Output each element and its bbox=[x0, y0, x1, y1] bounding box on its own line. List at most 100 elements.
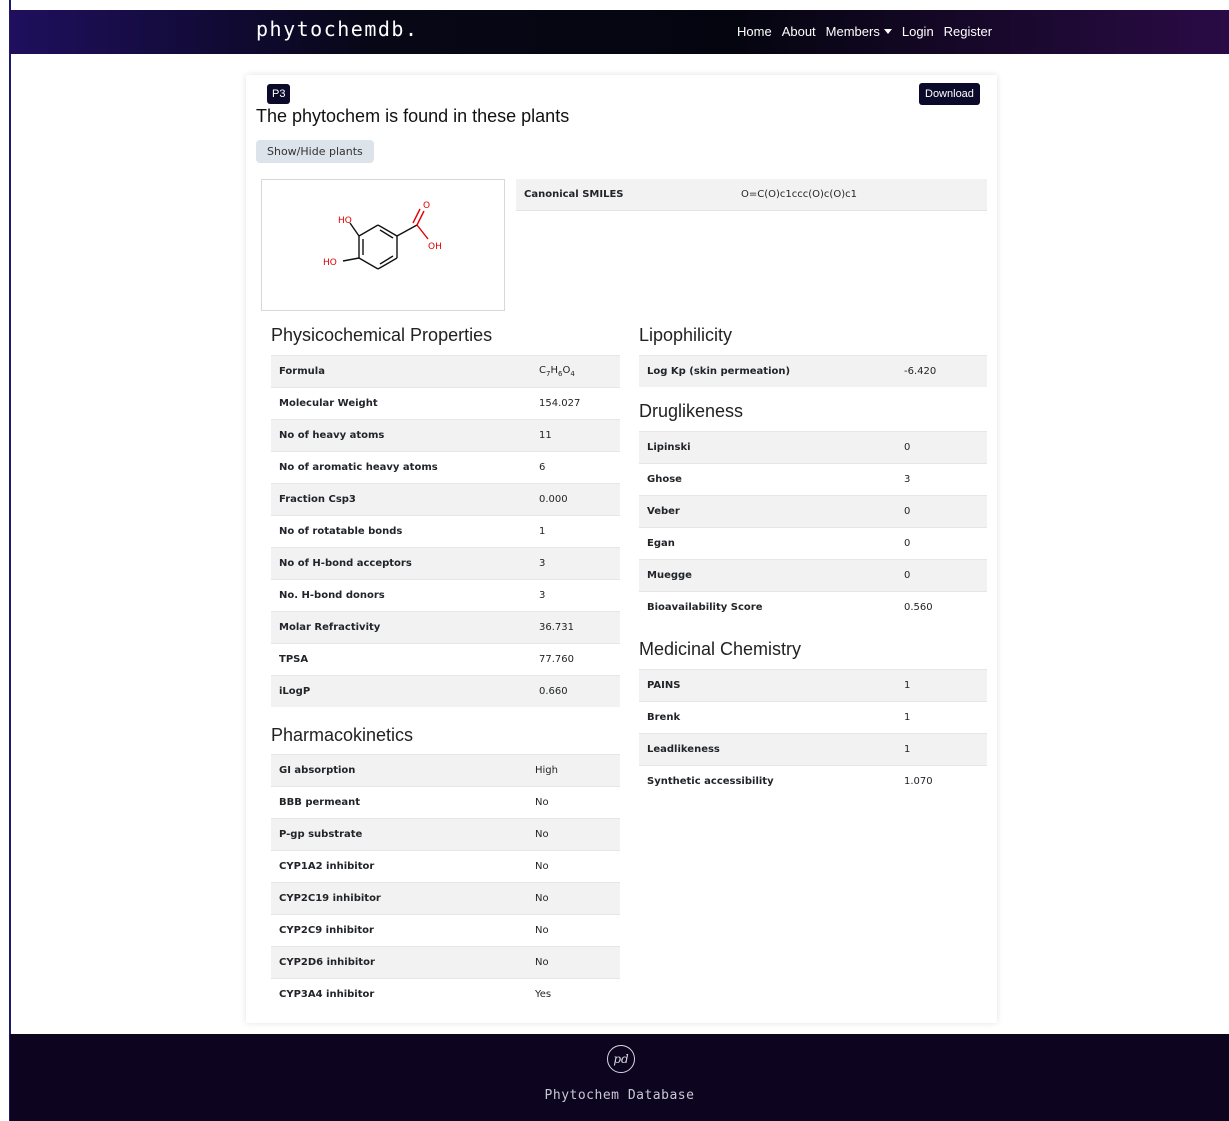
property-label: GI absorption bbox=[271, 754, 527, 787]
property-value: 1 bbox=[896, 733, 987, 766]
plants-heading: The phytochem is found in these plants bbox=[256, 106, 570, 126]
property-value: 0 bbox=[896, 527, 987, 560]
lipophilicity-title: Lipophilicity bbox=[639, 325, 733, 345]
table-row: Lipinski 0 bbox=[639, 431, 987, 464]
nav-links: Home About Members Login Register bbox=[737, 24, 992, 39]
table-row: No. H-bond donors 3 bbox=[271, 579, 620, 612]
nav-login[interactable]: Login bbox=[902, 24, 934, 39]
footer-text: Phytochem Database bbox=[544, 1088, 695, 1103]
property-label: No. H-bond donors bbox=[271, 579, 531, 612]
table-row: CYP2D6 inhibitor No bbox=[271, 946, 620, 979]
property-label: Lipinski bbox=[639, 431, 896, 464]
property-value: 0 bbox=[896, 495, 987, 528]
property-value: 1.070 bbox=[896, 765, 987, 797]
property-value: 0 bbox=[896, 559, 987, 592]
property-label: BBB permeant bbox=[271, 786, 527, 819]
structure-label-ho-left: HO bbox=[323, 258, 337, 268]
structure-label-ho-top: HO bbox=[338, 216, 352, 226]
property-value: 6 bbox=[531, 451, 620, 484]
table-row: Log Kp (skin permeation) -6.420 bbox=[639, 355, 987, 387]
property-value: 11 bbox=[531, 419, 620, 452]
druglikeness-table: Lipinski 0 Ghose 3 Veber 0 Egan 0 Muegge 0 Bi… bbox=[639, 431, 987, 623]
property-value: No bbox=[527, 914, 620, 947]
property-label: Ghose bbox=[639, 463, 896, 496]
table-row: No of heavy atoms 11 bbox=[271, 419, 620, 452]
nav-register[interactable]: Register bbox=[944, 24, 992, 39]
table-row: CYP2C19 inhibitor No bbox=[271, 882, 620, 915]
footer: pd Phytochem Database bbox=[10, 1034, 1229, 1121]
property-value: -6.420 bbox=[896, 355, 987, 387]
table-row: CYP2C9 inhibitor No bbox=[271, 914, 620, 947]
property-label: Bioavailability Score bbox=[639, 591, 896, 623]
property-value: 1 bbox=[531, 515, 620, 548]
property-value: Yes bbox=[527, 978, 620, 1010]
table-row: GI absorption High bbox=[271, 754, 620, 787]
structure-label-o: O bbox=[423, 201, 430, 211]
property-label: TPSA bbox=[271, 643, 531, 676]
table-row: No of rotatable bonds 1 bbox=[271, 515, 620, 548]
brand-logo[interactable]: phytochemdb. bbox=[256, 17, 419, 41]
property-label: CYP2D6 inhibitor bbox=[271, 946, 527, 979]
property-value: 3 bbox=[531, 579, 620, 612]
table-row: No of H-bond acceptors 3 bbox=[271, 547, 620, 580]
table-row: Brenk 1 bbox=[639, 701, 987, 734]
property-label: Brenk bbox=[639, 701, 896, 734]
pharmacokinetics-table: GI absorption High BBB permeant No P-gp su… bbox=[271, 754, 620, 1010]
property-value: 0.560 bbox=[896, 591, 987, 623]
property-label: Log Kp (skin permeation) bbox=[639, 355, 896, 387]
property-label: CYP2C19 inhibitor bbox=[271, 882, 527, 915]
property-label: Molar Refractivity bbox=[271, 611, 531, 644]
property-value: High bbox=[527, 754, 620, 787]
property-value: No bbox=[527, 818, 620, 851]
compound-id-badge: P3 bbox=[267, 84, 291, 104]
physicochemical-table: Formula C7H6O4 Molecular Weight 154.027 N… bbox=[271, 355, 620, 707]
property-label: iLogP bbox=[271, 675, 531, 707]
caret-down-icon bbox=[883, 29, 892, 34]
table-row: Veber 0 bbox=[639, 495, 987, 528]
property-value: 1 bbox=[896, 701, 987, 734]
property-value: 3 bbox=[531, 547, 620, 580]
property-label: CYP1A2 inhibitor bbox=[271, 850, 527, 883]
property-value: 36.731 bbox=[531, 611, 620, 644]
table-row: Formula C7H6O4 bbox=[271, 355, 620, 388]
property-value: No bbox=[527, 946, 620, 979]
table-row: Ghose 3 bbox=[639, 463, 987, 496]
table-row: BBB permeant No bbox=[271, 786, 620, 819]
table-row: Molecular Weight 154.027 bbox=[271, 387, 620, 420]
footer-logo-icon: pd bbox=[607, 1045, 635, 1073]
property-label: Veber bbox=[639, 495, 896, 528]
property-label: PAINS bbox=[639, 669, 896, 702]
table-row: Molar Refractivity 36.731 bbox=[271, 611, 620, 644]
structure-image: HO HO O OH bbox=[261, 179, 505, 311]
download-button[interactable]: Download bbox=[919, 83, 980, 105]
medicinal-chemistry-title: Medicinal Chemistry bbox=[639, 639, 802, 659]
smiles-row: Canonical SMILES O=C(O)c1ccc(O)c(O)c1 bbox=[516, 179, 987, 211]
smiles-label: Canonical SMILES bbox=[524, 189, 624, 200]
property-label: No of aromatic heavy atoms bbox=[271, 451, 531, 484]
property-label: No of heavy atoms bbox=[271, 419, 531, 452]
property-value: 0.660 bbox=[531, 675, 620, 707]
table-row: Fraction Csp3 0.000 bbox=[271, 483, 620, 516]
table-row: No of aromatic heavy atoms 6 bbox=[271, 451, 620, 484]
nav-home[interactable]: Home bbox=[737, 24, 772, 39]
property-label: Egan bbox=[639, 527, 896, 560]
property-label: Muegge bbox=[639, 559, 896, 592]
smiles-value: O=C(O)c1ccc(O)c(O)c1 bbox=[741, 189, 857, 200]
property-label: No of H-bond acceptors bbox=[271, 547, 531, 580]
medicinal-chemistry-table: PAINS 1 Brenk 1 Leadlikeness 1 Synthetic ac… bbox=[639, 669, 987, 797]
property-label: No of rotatable bonds bbox=[271, 515, 531, 548]
property-value: 77.760 bbox=[531, 643, 620, 676]
druglikeness-title: Druglikeness bbox=[639, 401, 744, 421]
property-value: No bbox=[527, 786, 620, 819]
table-row: Leadlikeness 1 bbox=[639, 733, 987, 766]
show-hide-plants-button[interactable]: Show/Hide plants bbox=[256, 140, 374, 163]
table-row: Bioavailability Score 0.560 bbox=[639, 591, 987, 623]
table-row: PAINS 1 bbox=[639, 669, 987, 702]
property-value: 0 bbox=[896, 431, 987, 464]
property-label: Fraction Csp3 bbox=[271, 483, 531, 516]
nav-members-dropdown[interactable]: Members bbox=[826, 24, 892, 39]
property-value: No bbox=[527, 882, 620, 915]
nav-about[interactable]: About bbox=[782, 24, 816, 39]
property-label: Molecular Weight bbox=[271, 387, 531, 420]
property-value: 1 bbox=[896, 669, 987, 702]
